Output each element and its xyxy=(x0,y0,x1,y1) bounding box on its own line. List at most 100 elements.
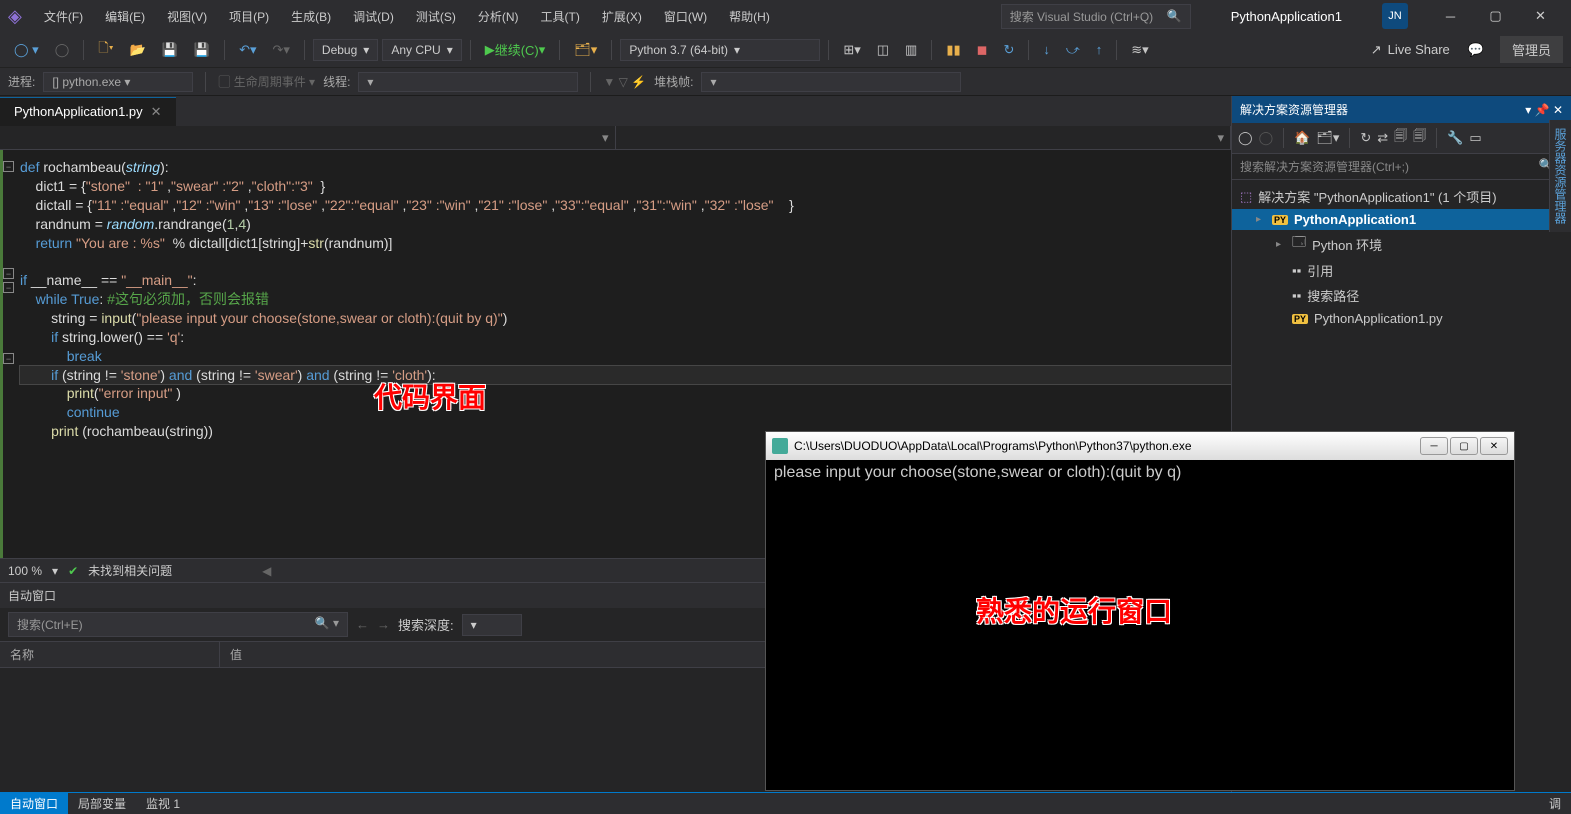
config-dropdown[interactable]: Debug▾ xyxy=(313,39,378,61)
menu-view[interactable]: 视图(V) xyxy=(157,4,217,29)
autos-title: 自动窗口 xyxy=(8,587,56,604)
nav-dropdown-2[interactable]: ▾ xyxy=(616,126,1232,149)
tree-file[interactable]: PY PythonApplication1.py xyxy=(1232,308,1571,329)
save-all-button[interactable]: 💾 xyxy=(188,38,216,62)
console-close-button[interactable]: ✕ xyxy=(1480,437,1508,455)
maximize-button[interactable]: ▢ xyxy=(1473,1,1518,31)
new-project-button[interactable]: 🗋▾ xyxy=(92,35,119,65)
tree-python-env[interactable]: ▸ 🗔 Python 环境 xyxy=(1232,230,1571,258)
console-minimize-button[interactable]: ─ xyxy=(1420,437,1448,455)
sln-properties-icon[interactable]: 🔧 xyxy=(1447,130,1463,146)
panel-pin-icon[interactable]: 📌 xyxy=(1535,103,1550,117)
filter-icon[interactable]: ▼ ▽ ⚡ xyxy=(603,75,646,89)
sln-refresh-icon[interactable]: ↻ xyxy=(1360,130,1371,146)
menu-edit[interactable]: 编辑(E) xyxy=(95,4,155,29)
bottom-tab-locals[interactable]: 局部变量 xyxy=(68,793,136,814)
server-explorer-tab[interactable]: 服务器资源管理器 xyxy=(1549,120,1571,232)
tree-references[interactable]: ▪▪ 引用 xyxy=(1232,258,1571,283)
stop-button[interactable]: ◼ xyxy=(971,38,994,62)
console-output[interactable]: please input your choose(stone,swear or … xyxy=(766,460,1514,790)
close-button[interactable]: ✕ xyxy=(1518,1,1563,31)
open-button[interactable]: 📂 xyxy=(124,38,152,62)
sln-forward-icon[interactable]: ◯ xyxy=(1259,130,1274,146)
menu-extensions[interactable]: 扩展(X) xyxy=(592,4,652,29)
redo-button[interactable]: ↷▾ xyxy=(267,38,296,62)
save-button[interactable]: 💾 xyxy=(156,38,184,62)
sln-collapse-icon[interactable]: 🗐 xyxy=(1413,127,1426,149)
bottom-right-tab[interactable]: 调 xyxy=(1539,793,1571,814)
refs-icon: ▪▪ xyxy=(1292,263,1301,278)
search-prev-icon[interactable]: ← xyxy=(356,617,369,632)
continue-button[interactable]: ▶ 继续(C) ▾ xyxy=(479,36,552,63)
panel-dropdown-icon[interactable]: ▾ xyxy=(1525,103,1531,117)
menu-help[interactable]: 帮助(H) xyxy=(719,4,780,29)
tree-solution-root[interactable]: ⬚ 解决方案 "PythonApplication1" (1 个项目) xyxy=(1232,184,1571,209)
zoom-level[interactable]: 100 % xyxy=(8,564,42,578)
console-title-text: C:\Users\DUODUO\AppData\Local\Programs\P… xyxy=(794,439,1192,453)
sln-view-icon[interactable]: 🗂▾ xyxy=(1316,130,1339,146)
bottom-tab-watch[interactable]: 监视 1 xyxy=(136,793,190,814)
pause-button[interactable]: ▮▮ xyxy=(940,38,966,62)
thread-dropdown[interactable]: ▾ xyxy=(358,72,578,92)
main-toolbar: ◯ ▾ ◯ 🗋▾ 📂 💾 💾 ↶▾ ↷▾ Debug▾ Any CPU▾ ▶ 继… xyxy=(0,32,1571,68)
expand-icon[interactable]: ▸ xyxy=(1256,214,1266,225)
toolbar-icon-3[interactable]: ▥ xyxy=(899,38,923,62)
interpreter-dropdown[interactable]: Python 3.7 (64-bit)▾ xyxy=(620,39,820,61)
console-maximize-button[interactable]: ▢ xyxy=(1450,437,1478,455)
minimize-button[interactable]: ─ xyxy=(1428,1,1473,31)
sln-home-icon[interactable]: 🏠 xyxy=(1294,130,1310,146)
vs-logo-icon: ◈ xyxy=(8,6,22,27)
toolbar-icon-1[interactable]: ⊞▾ xyxy=(837,38,866,62)
undo-button[interactable]: ↶▾ xyxy=(233,38,262,62)
sln-back-icon[interactable]: ◯ xyxy=(1238,130,1253,146)
sln-preview-icon[interactable]: ▭ xyxy=(1469,130,1481,146)
fold-icon[interactable]: − xyxy=(3,282,14,293)
panel-close-icon[interactable]: ✕ xyxy=(1553,103,1563,117)
live-share-button[interactable]: ↗ Live Share 💬 xyxy=(1371,42,1484,58)
console-line: please input your choose(stone,swear or … xyxy=(774,464,1506,482)
nav-back-button[interactable]: ◯ ▾ xyxy=(8,38,45,62)
menu-window[interactable]: 窗口(W) xyxy=(654,4,717,29)
menu-analyze[interactable]: 分析(N) xyxy=(468,4,529,29)
tree-project[interactable]: ▸ PY PythonApplication1 xyxy=(1232,209,1571,230)
depth-dropdown[interactable]: ▾ xyxy=(462,614,522,636)
nav-dropdown-1[interactable]: ▾ xyxy=(0,126,616,149)
search-visual-studio-input[interactable]: 搜索 Visual Studio (Ctrl+Q) 🔍 xyxy=(1001,4,1191,29)
menu-project[interactable]: 项目(P) xyxy=(219,4,279,29)
file-tab[interactable]: PythonApplication1.py ✕ xyxy=(0,97,176,126)
sln-sync-icon[interactable]: ⇄ xyxy=(1377,130,1388,146)
annotation-code-area: 代码界面 xyxy=(374,390,486,408)
tree-search-paths[interactable]: ▪▪ 搜索路径 xyxy=(1232,283,1571,308)
col-name[interactable]: 名称 xyxy=(0,642,220,667)
sln-show-all-icon[interactable]: 🗐 xyxy=(1394,127,1407,149)
menu-debug[interactable]: 调试(D) xyxy=(343,4,404,29)
feedback-icon[interactable]: 💬 xyxy=(1468,42,1484,58)
menu-test[interactable]: 测试(S) xyxy=(406,4,466,29)
scrollbar-left-icon[interactable]: ◀ xyxy=(262,564,271,578)
toolbar-misc-icon[interactable]: ≋▾ xyxy=(1125,38,1154,62)
step-into-button[interactable]: ↓ xyxy=(1037,38,1056,61)
menu-tools[interactable]: 工具(T) xyxy=(531,4,590,29)
nav-forward-button[interactable]: ◯ xyxy=(49,38,76,62)
bottom-tab-autos[interactable]: 自动窗口 xyxy=(0,793,68,814)
process-dropdown[interactable]: [] python.exe ▾ xyxy=(43,72,193,92)
expand-icon[interactable]: ▸ xyxy=(1276,239,1286,250)
attach-button[interactable]: 🗂▾ xyxy=(568,38,603,62)
step-out-button[interactable]: ↑ xyxy=(1090,38,1109,61)
toolbar-icon-2[interactable]: ◫ xyxy=(871,38,895,62)
stack-dropdown[interactable]: ▾ xyxy=(701,72,961,92)
fold-icon[interactable]: − xyxy=(3,161,14,172)
console-title-bar[interactable]: C:\Users\DUODUO\AppData\Local\Programs\P… xyxy=(766,432,1514,460)
restart-button[interactable]: ↻ xyxy=(997,38,1020,62)
step-over-button[interactable]: ⤻ xyxy=(1060,38,1086,62)
tab-close-icon[interactable]: ✕ xyxy=(151,104,162,120)
user-avatar[interactable]: JN xyxy=(1382,3,1408,29)
autos-search-input[interactable]: 搜索(Ctrl+E) 🔍 ▾ xyxy=(8,612,348,637)
platform-dropdown[interactable]: Any CPU▾ xyxy=(382,39,461,61)
solution-search-input[interactable]: 搜索解决方案资源管理器(Ctrl+;) 🔍 ▾ xyxy=(1232,154,1571,180)
search-next-icon[interactable]: → xyxy=(377,617,390,632)
menu-build[interactable]: 生成(B) xyxy=(281,4,341,29)
fold-icon[interactable]: − xyxy=(3,268,14,279)
menu-file[interactable]: 文件(F) xyxy=(34,4,93,29)
fold-icon[interactable]: − xyxy=(3,353,14,364)
